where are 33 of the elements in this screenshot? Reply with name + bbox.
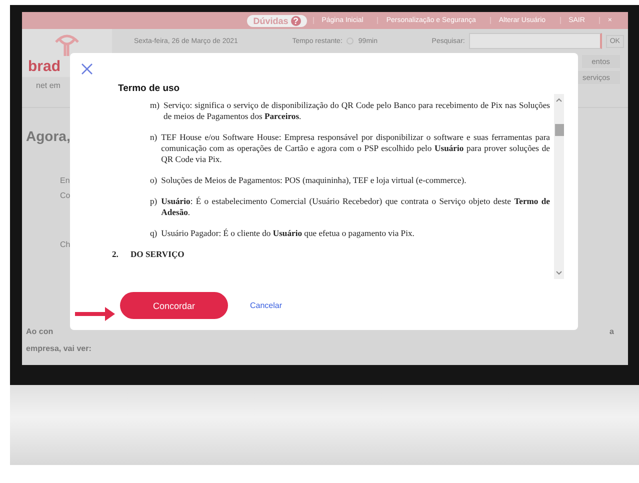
logo-icon <box>52 32 82 58</box>
term-paragraph: Serviço: significa o serviço de disponibilização do QR Code pelo Banco para recebimento de Pix nas Soluções de meios de Pagamentos dos Parceiros. <box>164 100 550 122</box>
close-icon[interactable] <box>81 63 93 75</box>
item-marker: q) <box>150 228 158 239</box>
term-paragraph: Soluções de Meios de Pagamentos: POS (maquininha), TEF e loja virtual (e-commerce). <box>161 175 466 186</box>
agree-button[interactable]: Concordar <box>120 292 228 319</box>
help-button[interactable]: Dúvidas ? <box>247 14 307 26</box>
item-marker: n) <box>150 132 158 144</box>
search-field[interactable] <box>468 33 602 49</box>
arrow-icon <box>75 307 115 321</box>
scroll-up-icon[interactable] <box>556 98 562 102</box>
form-label: Ch <box>60 240 70 249</box>
footer-text: a <box>610 327 614 336</box>
item-marker: m) <box>150 100 160 112</box>
section-title: DO SERVIÇO <box>130 249 184 260</box>
dialog-title: Termo de uso <box>118 83 181 94</box>
logo-text: brad <box>28 58 61 75</box>
nav-link[interactable]: net em <box>22 77 60 107</box>
form-label: Co <box>60 191 70 200</box>
page-heading: Agora, <box>26 128 70 144</box>
item-marker: o) <box>150 175 158 186</box>
footer-text: Ao con <box>26 327 54 336</box>
term-paragraph: TEF House e/ou Software House: Empresa responsável por disponibilizar o software e suas ferramentas para comunicação com as operações de Cartão e agora com o PSP escolhido pelo Usuário para prover soluções de QR Code via Pix. <box>161 132 550 165</box>
term-paragraph: Usuário: É o estabelecimento Comercial (Usuário Recebedor) que contrata o Serviço objeto deste Termo de Adesão. <box>161 196 550 218</box>
scroll-thumb[interactable] <box>554 124 564 136</box>
term-paragraph: Usuário Pagador: É o cliente do Usuário que efetua o pagamento via Pix. <box>161 228 414 239</box>
item-marker: p) <box>150 196 158 208</box>
cancel-link[interactable]: Cancelar <box>250 301 282 310</box>
form-label: En <box>60 176 70 185</box>
section-number: 2. <box>112 249 118 260</box>
footer-text: empresa, vai ver: <box>26 344 92 353</box>
scrollbar[interactable] <box>554 94 564 279</box>
scroll-down-icon[interactable] <box>556 271 562 275</box>
